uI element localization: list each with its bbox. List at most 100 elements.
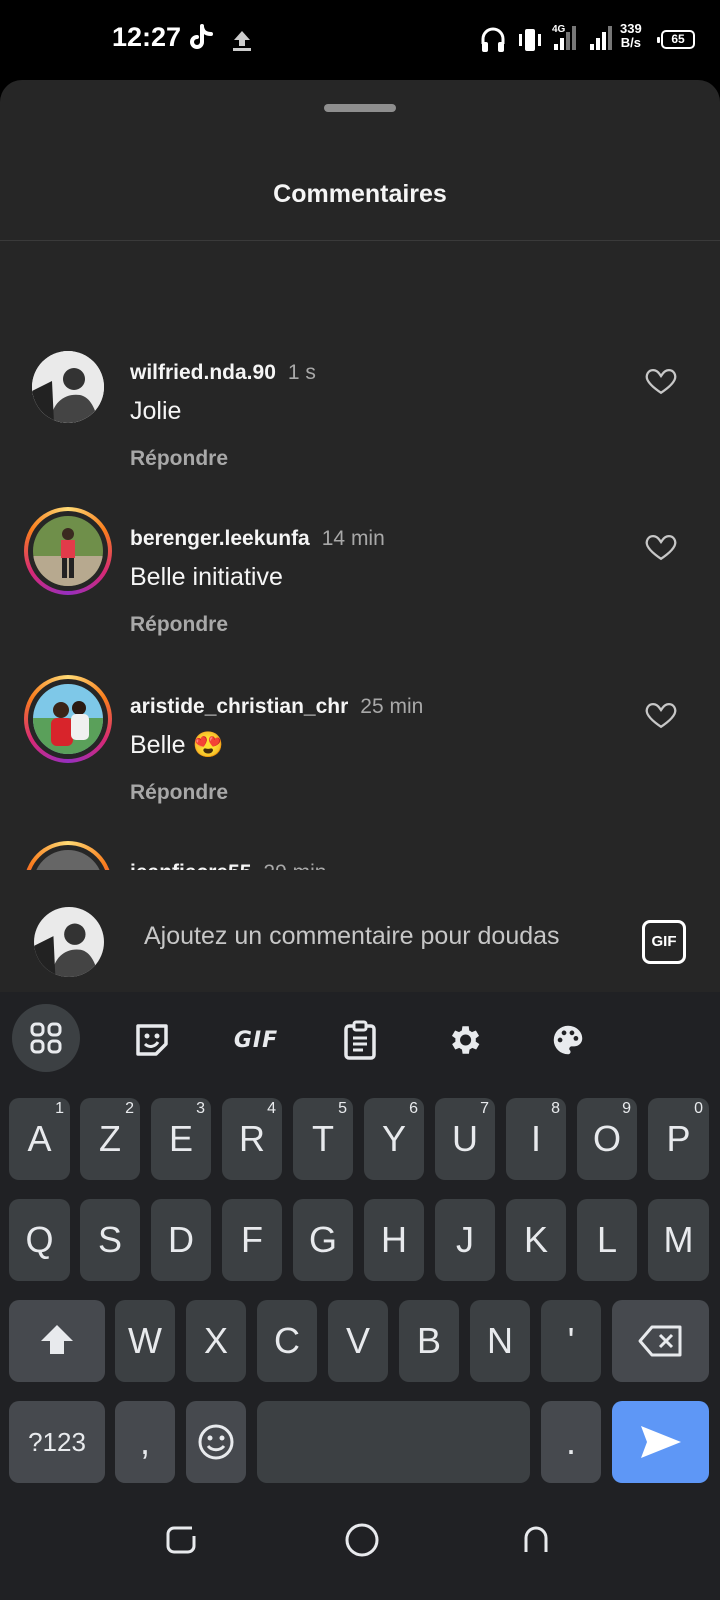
key-hint: 0 — [694, 1100, 703, 1117]
comment-meta: wilfried.nda.90 1 s — [130, 361, 316, 385]
avatar-story-ring[interactable] — [24, 675, 112, 763]
avatar-ring-gap — [28, 845, 108, 870]
key[interactable]: Z2 — [80, 1098, 140, 1180]
key[interactable]: W — [115, 1300, 175, 1382]
key-hint: 2 — [125, 1100, 134, 1117]
comment-item: aristide_christian_chr 25 min Belle 😍 Rép… — [0, 675, 720, 837]
recents-button[interactable] — [162, 1520, 212, 1570]
key-letter: Y — [381, 1118, 406, 1159]
heart-icon[interactable] — [644, 363, 678, 397]
avatar-image — [33, 516, 103, 586]
key[interactable]: I8 — [506, 1098, 566, 1180]
palette-icon[interactable] — [542, 1014, 594, 1066]
vibrate-icon — [516, 26, 544, 58]
comment-username[interactable]: wilfried.nda.90 — [130, 361, 276, 384]
comment-meta: jeanfiacre55 29 min — [130, 861, 326, 870]
key[interactable]: A1 — [9, 1098, 70, 1180]
shift-key[interactable] — [9, 1300, 105, 1382]
avatar — [34, 907, 104, 977]
comment-username[interactable]: aristide_christian_chr — [130, 695, 348, 718]
key-letter: I — [530, 1118, 541, 1159]
drag-handle[interactable] — [324, 104, 396, 112]
sticker-icon[interactable] — [126, 1014, 178, 1066]
smiley-icon — [198, 1424, 234, 1460]
comments-list[interactable]: wilfried.nda.90 1 s Jolie Répondre bereng… — [0, 241, 720, 870]
key[interactable]: K — [506, 1199, 566, 1281]
key-letter: Z — [99, 1118, 121, 1159]
reply-button[interactable]: Répondre — [130, 613, 228, 637]
back-button[interactable] — [520, 1520, 570, 1570]
avatar-story-ring[interactable] — [24, 841, 112, 870]
network-speed-value: 339 — [620, 21, 642, 36]
clipboard-icon[interactable] — [334, 1014, 386, 1066]
emoji-key[interactable] — [186, 1401, 246, 1483]
avatar-image — [33, 684, 103, 754]
key[interactable]: R4 — [222, 1098, 282, 1180]
comment-item: wilfried.nda.90 1 s Jolie Répondre — [0, 351, 720, 503]
comment-time: 14 min — [321, 527, 385, 550]
key[interactable]: L — [577, 1199, 637, 1281]
key[interactable]: ' — [541, 1300, 601, 1382]
comments-sheet: Commentaires wilfried.nda.90 1 s Jolie Ré… — [0, 80, 720, 992]
key[interactable]: N — [470, 1300, 530, 1382]
apps-grid-icon[interactable] — [12, 1004, 80, 1072]
avatar[interactable] — [28, 347, 108, 427]
key[interactable]: J — [435, 1199, 495, 1281]
comma-key[interactable]: , — [115, 1401, 175, 1483]
key-hint: 3 — [196, 1100, 205, 1117]
home-button[interactable] — [342, 1520, 392, 1570]
comment-item: jeanfiacre55 29 min — [0, 841, 720, 870]
comment-text: Jolie — [130, 397, 182, 425]
avatar-image — [33, 850, 103, 870]
send-arrow-icon — [640, 1426, 681, 1458]
status-bar: 12:27 4G 339 B/s 65 — [0, 0, 720, 80]
key[interactable]: G — [293, 1199, 353, 1281]
comment-time: 1 s — [287, 361, 316, 384]
key-hint: 7 — [480, 1100, 489, 1117]
space-key[interactable] — [257, 1401, 530, 1483]
key[interactable]: S — [80, 1199, 140, 1281]
comment-input[interactable]: Ajoutez un commentaire pour doudas — [144, 922, 560, 951]
comment-username[interactable]: jeanfiacre55 — [130, 861, 251, 870]
gif-tool-button[interactable]: GIF — [230, 1014, 282, 1066]
network-speed: 339 B/s — [620, 22, 642, 50]
reply-button[interactable]: Répondre — [130, 447, 228, 471]
settings-gear-icon[interactable] — [438, 1014, 490, 1066]
backspace-icon — [638, 1325, 681, 1357]
key[interactable]: O9 — [577, 1098, 637, 1180]
key-letter: E — [168, 1118, 193, 1159]
network-speed-unit: B/s — [620, 35, 641, 50]
key[interactable]: H — [364, 1199, 424, 1281]
backspace-key[interactable] — [612, 1300, 709, 1382]
shift-arrow-icon — [41, 1325, 73, 1354]
send-key[interactable] — [612, 1401, 709, 1483]
key[interactable]: D — [151, 1199, 211, 1281]
key-letter: P — [666, 1118, 691, 1159]
key[interactable]: E3 — [151, 1098, 211, 1180]
key[interactable]: B — [399, 1300, 459, 1382]
signal-icon — [588, 24, 616, 56]
key[interactable]: C — [257, 1300, 317, 1382]
gif-button[interactable]: GIF — [642, 920, 686, 964]
key[interactable]: M — [648, 1199, 709, 1281]
key[interactable]: P0 — [648, 1098, 709, 1180]
key[interactable]: X — [186, 1300, 246, 1382]
key-letter: O — [592, 1118, 621, 1159]
symbols-key[interactable]: ?123 — [9, 1401, 105, 1483]
key[interactable]: F — [222, 1199, 282, 1281]
key[interactable]: Q — [9, 1199, 70, 1281]
reply-button[interactable]: Répondre — [130, 781, 228, 805]
key[interactable]: T5 — [293, 1098, 353, 1180]
period-key[interactable]: . — [541, 1401, 601, 1483]
comment-text: Belle 😍 — [130, 731, 224, 759]
battery-icon: 65 — [657, 30, 695, 49]
heart-icon[interactable] — [644, 529, 678, 563]
4g-signal-icon: 4G — [552, 22, 582, 56]
key[interactable]: U7 — [435, 1098, 495, 1180]
key[interactable]: V — [328, 1300, 388, 1382]
heart-icon[interactable] — [644, 697, 678, 731]
key-letter: A — [27, 1118, 52, 1159]
comment-username[interactable]: berenger.leekunfa — [130, 527, 310, 550]
key[interactable]: Y6 — [364, 1098, 424, 1180]
avatar-story-ring[interactable] — [24, 507, 112, 595]
